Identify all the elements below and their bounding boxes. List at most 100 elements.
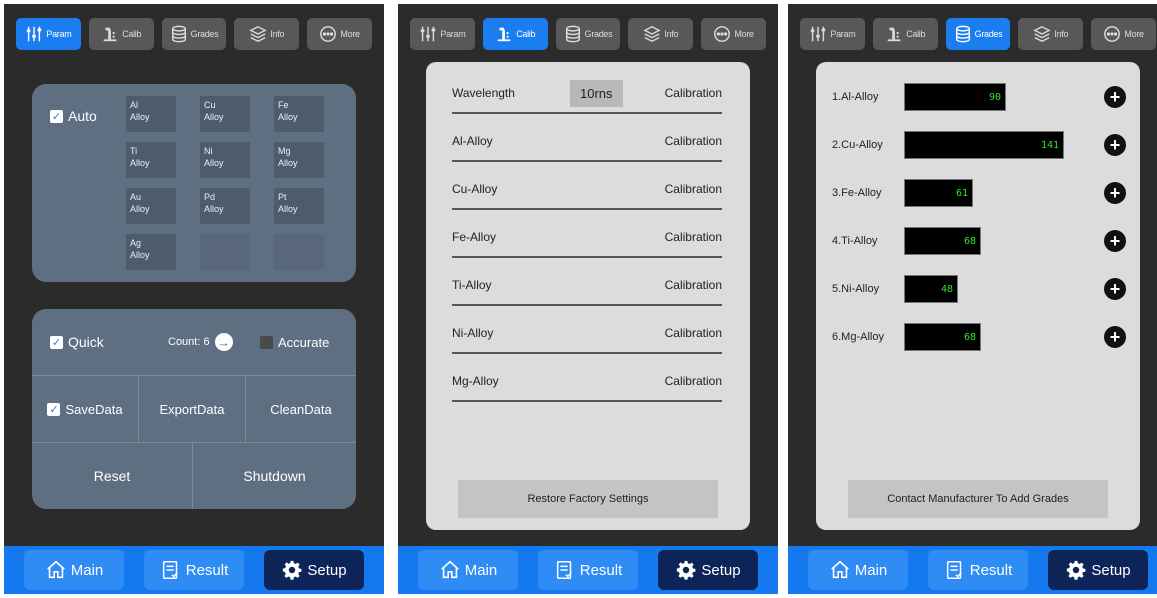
alloy-tile[interactable]: Au Alloy	[126, 188, 176, 224]
reset-label: Reset	[93, 468, 131, 484]
database-icon	[564, 25, 582, 43]
arrow-right-icon[interactable]: →	[214, 333, 233, 351]
nav-setup-button[interactable]: Setup	[1048, 550, 1148, 590]
tab-label: More	[1124, 29, 1144, 39]
bottom-nav: Main Result Setup	[4, 546, 384, 594]
nav-main-button[interactable]: Main	[418, 550, 518, 590]
tab-grades[interactable]: Grades	[555, 18, 621, 50]
alloy-tile[interactable]: Cu Alloy	[200, 96, 250, 132]
checkbox-empty-icon: ✓	[260, 335, 273, 349]
tab-param[interactable]: Param	[410, 18, 475, 50]
alloy-tile[interactable]: Ti Alloy	[126, 142, 176, 178]
result-icon	[944, 559, 966, 581]
calibration-button[interactable]: Calibration	[665, 326, 722, 340]
nav-label: Main	[70, 561, 104, 579]
cleandata-button[interactable]: CleanData	[246, 376, 356, 442]
tab-grades[interactable]: Grades	[161, 18, 227, 50]
tab-info[interactable]: Info	[234, 18, 300, 50]
calibration-button[interactable]: Calibration	[665, 182, 722, 196]
alloy-tile[interactable]: Fe Alloy	[274, 96, 324, 132]
calibration-button[interactable]: Calibration	[665, 134, 722, 148]
grade-label: 5.Ni-Alloy	[832, 283, 880, 295]
alloy-tile[interactable]: Pt Alloy	[274, 188, 324, 224]
grade-row: 3.Fe-Alloy 61 +	[832, 178, 1126, 208]
grade-label: 3.Fe-Alloy	[832, 187, 882, 199]
calibrate-icon	[885, 25, 903, 43]
calibration-button[interactable]: Calibration	[665, 230, 722, 244]
grade-row: 5.Ni-Alloy 48 +	[832, 274, 1126, 304]
layers-icon	[249, 25, 268, 43]
grade-value-bar: 68	[904, 227, 981, 255]
alloy-label: Ni-Alloy	[452, 326, 494, 340]
savedata-checkbox[interactable]: ✓ SaveData	[32, 376, 138, 442]
reset-button[interactable]: Reset	[32, 443, 192, 509]
shutdown-button[interactable]: Shutdown	[193, 443, 356, 509]
auto-checkbox[interactable]: ✓ Auto	[50, 108, 97, 124]
contact-manufacturer-button[interactable]: Contact Manufacturer To Add Grades	[848, 480, 1108, 518]
grade-row: 2.Cu-Alloy 141 +	[832, 130, 1126, 160]
tab-calib[interactable]: Calib	[88, 18, 154, 50]
accurate-checkbox[interactable]: ✓ Accurate	[260, 335, 329, 350]
grade-label: 2.Cu-Alloy	[832, 139, 883, 151]
alloy-slot-empty[interactable]	[274, 234, 324, 270]
tab-info[interactable]: Info	[628, 18, 694, 50]
tab-param[interactable]: Param	[800, 18, 865, 50]
mode-data-card: ✓ Quick Count: 6 → ✓ Accurate ✓ SaveData…	[32, 309, 356, 509]
param-screen: Param Calib Grades Info More ✓ Auto Al Alloy…	[4, 4, 384, 594]
sliders-icon	[809, 25, 827, 43]
wavelength-value[interactable]: 10rns	[570, 79, 623, 107]
nav-label: Setup	[307, 561, 347, 579]
tab-label: Info	[1054, 29, 1069, 39]
auto-label: Auto	[68, 108, 97, 124]
nav-setup-button[interactable]: Setup	[264, 550, 364, 590]
restore-factory-button[interactable]: Restore Factory Settings	[458, 480, 718, 518]
nav-label: Result	[969, 561, 1013, 579]
alloy-tile[interactable]: Ni Alloy	[200, 142, 250, 178]
nav-label: Result	[185, 561, 229, 579]
tab-param[interactable]: Param	[16, 18, 81, 50]
tab-more[interactable]: More	[701, 18, 766, 50]
grades-screen: Param Calib Grades Info More 1.Al-Alloy 90 +2.…	[788, 4, 1157, 594]
add-circle-icon[interactable]: +	[1104, 182, 1126, 204]
alloy-slot-empty[interactable]	[200, 234, 250, 270]
accurate-label: Accurate	[278, 334, 330, 350]
tab-info[interactable]: Info	[1018, 18, 1084, 50]
alloy-tile[interactable]: Ag Alloy	[126, 234, 176, 270]
nav-setup-button[interactable]: Setup	[658, 550, 758, 590]
add-circle-icon[interactable]: +	[1104, 326, 1126, 348]
check-icon: ✓	[50, 335, 63, 349]
top-tabs: Param Calib Grades Info More	[800, 18, 1156, 52]
add-circle-icon[interactable]: +	[1104, 278, 1126, 300]
nav-result-button[interactable]: Result	[928, 550, 1028, 590]
tab-label: Grades	[190, 29, 219, 39]
nav-result-button[interactable]: Result	[144, 550, 244, 590]
savedata-label: SaveData	[65, 401, 123, 417]
alloy-label: Fe-Alloy	[452, 230, 497, 244]
tab-more[interactable]: More	[1091, 18, 1156, 50]
tab-grades[interactable]: Grades	[945, 18, 1011, 50]
add-circle-icon[interactable]: +	[1104, 86, 1126, 108]
grade-row: 6.Mg-Alloy 68 +	[832, 322, 1126, 352]
calibration-button[interactable]: Calibration	[665, 278, 722, 292]
calibrate-icon	[495, 25, 513, 43]
alloy-tile[interactable]: Pd Alloy	[200, 188, 250, 224]
tab-label: Info	[664, 29, 679, 39]
alloy-tile[interactable]: Al Alloy	[126, 96, 176, 132]
nav-main-button[interactable]: Main	[24, 550, 124, 590]
quick-label: Quick	[68, 334, 104, 350]
calibration-button[interactable]: Calibration	[665, 86, 722, 100]
quick-checkbox[interactable]: ✓ Quick	[50, 334, 104, 350]
nav-result-button[interactable]: Result	[538, 550, 638, 590]
add-circle-icon[interactable]: +	[1104, 230, 1126, 252]
nav-main-button[interactable]: Main	[808, 550, 908, 590]
count-control[interactable]: Count: 6 →	[168, 333, 233, 351]
alloy-tile[interactable]: Mg Alloy	[274, 142, 324, 178]
add-circle-icon[interactable]: +	[1104, 134, 1126, 156]
tab-calib[interactable]: Calib	[872, 18, 938, 50]
nav-label: Main	[464, 561, 498, 579]
grade-label: 1.Al-Alloy	[832, 91, 879, 103]
calibration-button[interactable]: Calibration	[665, 374, 722, 388]
tab-calib[interactable]: Calib	[482, 18, 548, 50]
exportdata-button[interactable]: ExportData	[139, 376, 245, 442]
tab-more[interactable]: More	[307, 18, 372, 50]
